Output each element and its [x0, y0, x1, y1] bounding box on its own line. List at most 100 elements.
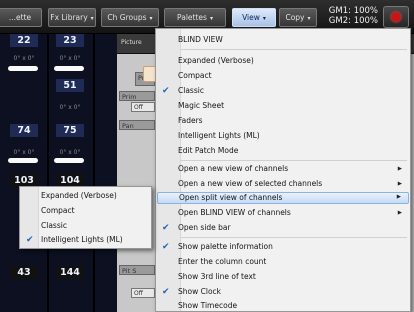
menu-item-label: Show palette information	[178, 242, 273, 251]
menu-item-label: Compact	[178, 71, 212, 80]
menu-item-label: Open side bar	[178, 223, 231, 232]
checkmark-icon: ✔	[162, 287, 170, 297]
channel-number[interactable]: 74	[10, 124, 38, 137]
channel-level-bar	[54, 66, 84, 71]
menu-item-label: Faders	[178, 116, 203, 125]
panel-field[interactable]: Off	[131, 288, 155, 298]
channel-grid: 22 23 0° x 0° 0° x 0° 51 0° x 0° 74 75 0…	[0, 34, 117, 312]
menu-item-third-line[interactable]: Show 3rd line of text	[157, 271, 409, 283]
palettes-label: Palettes	[177, 13, 207, 22]
menu-divider	[181, 49, 407, 50]
checkmark-icon: ✔	[162, 86, 170, 96]
column-divider	[47, 34, 49, 312]
submenu-item-compact[interactable]: Compact	[21, 205, 150, 217]
checkmark-icon: ✔	[162, 223, 170, 233]
menu-item-expanded[interactable]: Expanded (Verbose)	[157, 55, 409, 67]
channel-number[interactable]: 23	[56, 34, 84, 47]
fx-library-button[interactable]: Fx Library ▾	[48, 8, 96, 27]
channel-number[interactable]: 144	[56, 266, 84, 279]
menu-item-label: Enter the column count	[178, 257, 267, 266]
view-button[interactable]: View ▾	[232, 8, 276, 27]
menu-item-show-timecode[interactable]: Show Timecode	[157, 300, 409, 312]
menu-item-edit-patch-mode[interactable]: Edit Patch Mode	[157, 145, 409, 157]
column-divider	[93, 34, 95, 312]
menu-item-label: Open BLIND VIEW of channels	[178, 208, 291, 217]
copy-label: Copy	[285, 13, 305, 22]
menu-divider	[181, 237, 407, 238]
menu-item-show-clock[interactable]: ✔ Show Clock	[157, 286, 409, 298]
menu-item-label: Classic	[178, 86, 204, 95]
view-menu: BLIND VIEW Expanded (Verbose) Compact ✔ …	[155, 28, 411, 312]
menu-item-blind-view-header: BLIND VIEW	[157, 34, 409, 46]
channel-number[interactable]: 43	[10, 266, 38, 279]
channel-level-bar	[8, 66, 38, 71]
submenu-arrow-icon: ▶	[397, 210, 402, 216]
menu-item-classic[interactable]: ✔ Classic	[157, 85, 409, 97]
menu-item-label: Show Timecode	[178, 301, 238, 310]
menu-item-palette-info[interactable]: ✔ Show palette information	[157, 241, 409, 253]
checkmark-icon: ✔	[26, 235, 34, 245]
checkmark-icon: ✔	[162, 242, 170, 252]
submenu-arrow-icon: ▶	[396, 194, 401, 200]
submenu-arrow-icon: ▶	[397, 181, 402, 187]
gm1-value: GM1: 100%	[328, 6, 378, 16]
palette-button-label: ...ette	[8, 13, 32, 22]
menu-item-blind-view-channels[interactable]: Open BLIND VIEW of channels ▶	[157, 207, 409, 219]
channel-size: 0° x 0°	[13, 149, 35, 156]
channel-size: 0° x 0°	[59, 104, 81, 111]
menu-item-side-bar[interactable]: ✔ Open side bar	[157, 222, 409, 234]
menu-item-label: Open split view of channels	[179, 193, 283, 202]
grand-master-readout: GM1: 100% GM2: 100%	[328, 6, 378, 26]
menu-item-new-view-channels[interactable]: Open a new view of channels ▶	[157, 163, 409, 175]
ch-groups-label: Ch Groups	[107, 13, 147, 22]
menu-item-label: Open a new view of selected channels	[178, 179, 323, 188]
chevron-down-icon: ▾	[90, 15, 94, 22]
channel-size: 0° x 0°	[59, 55, 81, 62]
palettes-button[interactable]: Palettes ▾	[164, 8, 226, 27]
submenu-item-expanded[interactable]: Expanded (Verbose)	[21, 190, 150, 202]
menu-divider	[181, 160, 407, 161]
view-label: View	[242, 13, 260, 22]
gm2-value: GM2: 100%	[328, 16, 378, 26]
split-view-submenu: Expanded (Verbose) Compact Classic ✔ Int…	[19, 186, 152, 249]
fx-library-label: Fx Library	[50, 13, 88, 22]
submenu-arrow-icon: ▶	[397, 166, 402, 172]
panel-field[interactable]: Off	[131, 102, 155, 112]
menu-item-faders[interactable]: Faders	[157, 115, 409, 127]
ch-groups-button[interactable]: Ch Groups ▾	[101, 8, 159, 27]
channel-number[interactable]: 51	[56, 79, 84, 92]
submenu-item-label: Compact	[41, 206, 75, 215]
channel-level-bar	[54, 158, 84, 163]
chevron-down-icon: ▾	[262, 15, 266, 22]
menu-item-new-view-selected[interactable]: Open a new view of selected channels ▶	[157, 178, 409, 190]
menu-item-column-count[interactable]: Enter the column count	[157, 256, 409, 268]
chevron-down-icon: ▾	[149, 15, 153, 22]
record-button[interactable]	[383, 6, 409, 28]
chevron-down-icon: ▾	[209, 15, 213, 22]
menu-item-label: Expanded (Verbose)	[178, 56, 254, 65]
menu-item-split-view[interactable]: Open split view of channels ▶	[157, 192, 409, 204]
submenu-item-intelligent-lights[interactable]: ✔ Intelligent Lights (ML)	[21, 234, 150, 246]
submenu-item-label: Intelligent Lights (ML)	[41, 235, 123, 244]
panel-section-label: Pan	[119, 120, 155, 130]
copy-button[interactable]: Copy ▾	[279, 8, 317, 27]
channel-number[interactable]: 22	[10, 34, 38, 47]
panel-section-label: Prim	[119, 91, 155, 101]
panel-section-label: Pit S	[119, 265, 155, 275]
submenu-item-label: Classic	[41, 221, 67, 230]
menu-item-label: Show 3rd line of text	[178, 272, 256, 281]
palette-button[interactable]: ...ette	[0, 8, 42, 27]
record-icon	[391, 12, 401, 22]
menu-item-label: Show Clock	[178, 287, 221, 296]
panel-label: Picture	[121, 39, 142, 46]
submenu-item-classic[interactable]: Classic	[21, 220, 150, 232]
channel-number[interactable]: 75	[56, 124, 84, 137]
menu-item-label: Intelligent Lights (ML)	[178, 131, 260, 140]
menu-header-label: BLIND VIEW	[178, 35, 223, 44]
menu-item-intelligent-lights[interactable]: Intelligent Lights (ML)	[157, 130, 409, 142]
channel-level-bar	[8, 158, 38, 163]
channel-size: 0° x 0°	[59, 149, 81, 156]
menu-item-compact[interactable]: Compact	[157, 70, 409, 82]
submenu-item-label: Expanded (Verbose)	[41, 191, 117, 200]
menu-item-magic-sheet[interactable]: Magic Sheet	[157, 100, 409, 112]
